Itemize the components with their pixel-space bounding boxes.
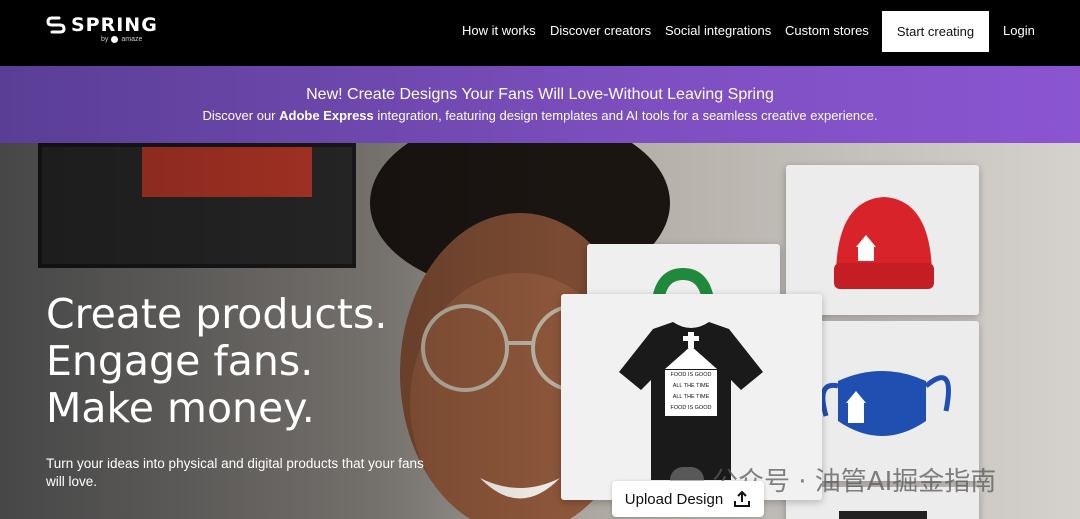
banner-sub-suffix: integration, featuring design templates … <box>373 108 878 123</box>
banner-title: New! Create Designs Your Fans Will Love-… <box>306 86 774 103</box>
start-creating-button[interactable]: Start creating <box>882 11 989 52</box>
nav-link-custom-stores[interactable]: Custom stores <box>785 23 869 38</box>
beanie-product-card[interactable] <box>786 165 979 315</box>
tshirt-print: FOOD IS GOOD ALL THE TIME ALL THE TIME F… <box>665 370 717 416</box>
hero-headline-line-3: Make money. <box>46 384 315 432</box>
nav-link-social-integrations[interactable]: Social integrations <box>665 23 771 38</box>
top-nav: SPRING by amaze How it works Discover cr… <box>0 0 1080 66</box>
banner-sub-prefix: Discover our <box>202 108 280 123</box>
banner-subtitle: Discover our Adobe Express integration, … <box>0 108 1080 123</box>
tshirt-print-line-4: FOOD IS GOOD <box>670 405 712 411</box>
announcement-banner[interactable]: New! Create Designs Your Fans Will Love-… <box>0 66 1080 143</box>
hero-headline-line-1: Create products. <box>46 290 388 338</box>
banner-sub-bold: Adobe Express <box>279 108 374 123</box>
hero-headline-line-2: Engage fans. <box>46 337 314 385</box>
tshirt-print-line-2: ALL THE TIME <box>672 383 710 389</box>
upload-icon <box>734 490 751 507</box>
product-image-partial <box>839 511 927 519</box>
upload-design-label: Upload Design <box>624 490 724 508</box>
beanie-image <box>834 197 934 289</box>
login-link[interactable]: Login <box>1003 23 1035 38</box>
upload-design-button[interactable]: Upload Design <box>612 481 764 517</box>
hero-description: Turn your ideas into physical and digita… <box>46 456 424 489</box>
nav-link-discover-creators[interactable]: Discover creators <box>550 23 651 38</box>
nav-link-how-it-works[interactable]: How it works <box>462 23 536 38</box>
hero-section: Create products. Engage fans. Make money… <box>0 143 1080 519</box>
tshirt-print-line-3: ALL THE TIME <box>672 394 710 400</box>
tshirt-print-line-1: FOOD IS GOOD <box>670 372 712 378</box>
